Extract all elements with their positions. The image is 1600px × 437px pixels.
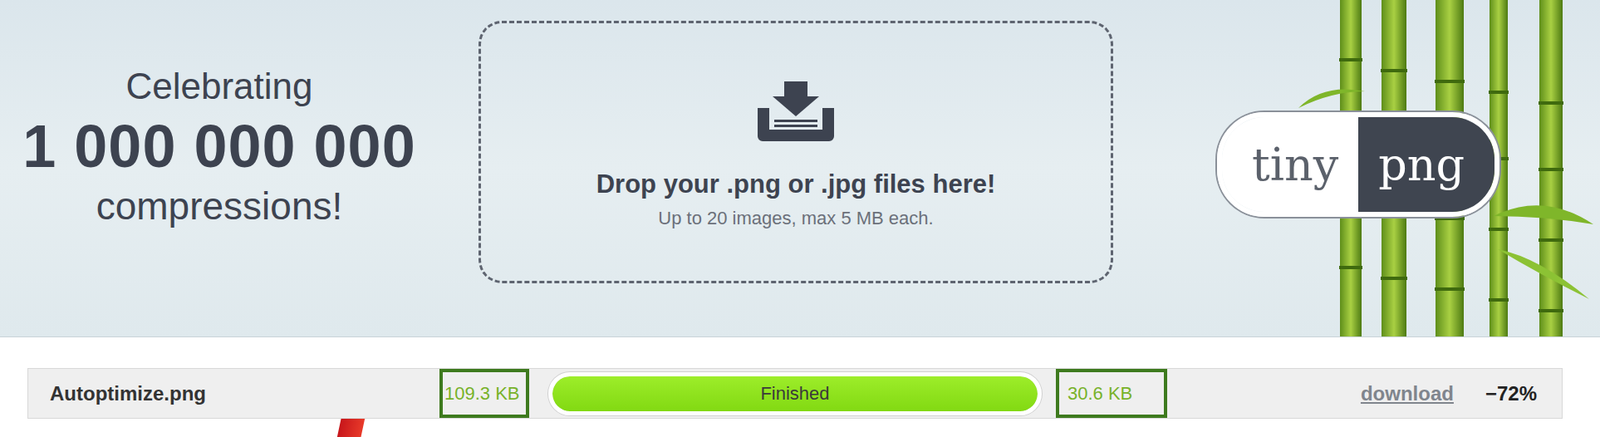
compression-count: 1 000 000 000 <box>22 108 416 184</box>
progress-status: Finished <box>760 382 830 405</box>
results-panel: Autoptimize.png109.3 KB Finished 30.6 KB do… <box>0 336 1600 419</box>
logo-area: tinypng <box>1113 0 1600 217</box>
celebration-banner: Celebrating1 000 000 000compressions! <box>0 0 439 230</box>
progress-bar: Finished <box>548 372 1042 416</box>
dropzone-subtitle: Up to 20 images, max 5 MB each. <box>657 207 933 230</box>
dropzone[interactable]: Drop your .png or .jpg files here! Up to … <box>478 20 1114 284</box>
savings-percent: −72% <box>1485 382 1562 406</box>
dropzone-title: Drop your .png or .jpg files here! <box>596 169 997 200</box>
file-row: Autoptimize.png109.3 KB Finished 30.6 KB do… <box>27 368 1563 419</box>
file-name: Autoptimize.png <box>28 382 440 406</box>
logo-tiny: tiny <box>1222 117 1359 212</box>
compressions-text: compressions! <box>96 183 344 230</box>
logo-png: png <box>1358 117 1495 212</box>
hero-header: Celebrating1 000 000 000compressions!Dro… <box>0 0 1600 337</box>
tinypng-logo: tinypng <box>1217 112 1500 217</box>
download-link[interactable]: download <box>1360 382 1454 406</box>
compressed-size: 30.6 KB <box>1055 368 1168 418</box>
download-tray-icon <box>757 81 835 142</box>
celebrating-text: Celebrating <box>125 64 313 109</box>
page: Celebrating1 000 000 000compressions!Dro… <box>0 0 1600 437</box>
original-size: 109.3 KB <box>439 368 530 418</box>
